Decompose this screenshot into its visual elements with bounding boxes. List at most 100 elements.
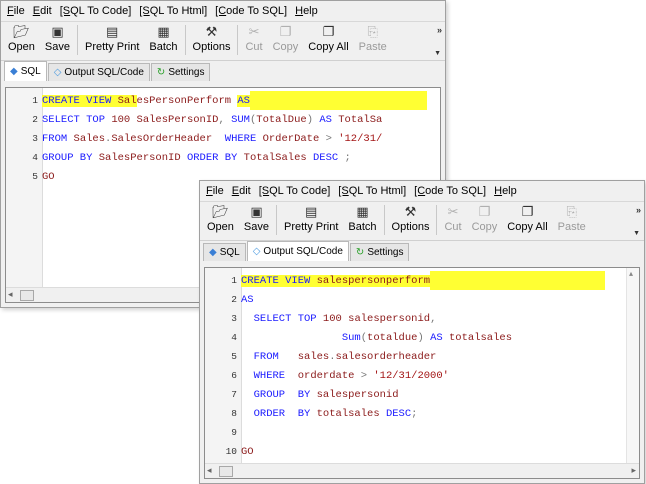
floppy-disk-icon: ▣ (250, 205, 263, 220)
menu-sql-to-code[interactable]: [SQL To Code] (259, 185, 331, 197)
code-token: CREATE VIEW (42, 95, 118, 107)
chevron-down-icon[interactable]: ▼ (434, 50, 441, 57)
tab-output-sql-code[interactable]: ◇ Output SQL/Code (246, 241, 349, 261)
code-line[interactable]: 9 (205, 423, 626, 442)
code-token: SELECT TOP (241, 313, 323, 325)
code-token: Sal (117, 95, 137, 107)
save-button[interactable]: ▣ Save (239, 202, 274, 236)
code-token: ; (344, 152, 351, 164)
cut-button[interactable]: ✂ Cut (240, 22, 267, 56)
open-button[interactable]: 📂︎ Open (3, 22, 40, 56)
tab-sql[interactable]: ◆ SQL (4, 61, 47, 81)
code-token: > (325, 133, 339, 145)
pretty-print-button[interactable]: ▤ Pretty Print (279, 202, 343, 236)
line-number: 5 (231, 351, 237, 362)
menu-sql-to-code[interactable]: [SQL To Code] (60, 5, 132, 17)
scroll-left-icon[interactable]: ◂ (207, 465, 212, 476)
code-line[interactable]: 1 CREATE VIEW salespersonperform (205, 271, 626, 290)
vertical-scrollbar[interactable]: ▴ (626, 268, 639, 463)
tab-output-sql-code[interactable]: ◇ Output SQL/Code (47, 63, 150, 81)
paste-icon: ⎘ (367, 25, 378, 40)
scroll-left-icon[interactable]: ◂ (8, 289, 13, 300)
scroll-thumb[interactable] (20, 290, 34, 301)
paste-button[interactable]: ⎘ Paste (354, 22, 392, 56)
code-token: SalesPersonID (98, 152, 187, 164)
save-button[interactable]: ▣ Save (40, 22, 75, 56)
code-line[interactable]: 3 SELECT TOP 100 salespersonid, (205, 309, 626, 328)
toolbar: 📂︎ Open ▣ Save ▤ Pretty Print ▦ Batch ⚒ Optio… (1, 22, 445, 61)
tab-sql[interactable]: ◆ SQL (203, 243, 246, 261)
code-token: AS (319, 114, 339, 126)
menu-edit[interactable]: Edit (232, 185, 251, 197)
line-number: 6 (231, 370, 237, 381)
batch-button[interactable]: ▦ Batch (144, 22, 182, 56)
code-line[interactable]: 2 AS (205, 290, 626, 309)
code-line[interactable]: 7 GROUP BY salespersonid (205, 385, 626, 404)
code-line[interactable]: 10 GO (205, 442, 626, 461)
options-button[interactable]: ⚒ Options (188, 22, 236, 56)
code-line[interactable]: 4 GROUP BY SalesPersonID ORDER BY TotalSa… (6, 148, 427, 167)
toolbar-overflow-button[interactable]: » (636, 205, 641, 215)
code-token: FROM (241, 351, 298, 363)
line-number: 5 (32, 171, 38, 182)
tab-strip: ◆ SQL ◇ Output SQL/Code ↻ Settings (1, 61, 445, 81)
code-line[interactable]: 6 WHERE orderdate > '12/31/2000' (205, 366, 626, 385)
code-token: SUM (231, 114, 250, 126)
menu-help[interactable]: Help (494, 185, 517, 197)
chevron-down-icon[interactable]: ▼ (633, 230, 640, 237)
code-token: ORDER BY (186, 152, 244, 164)
copy-all-button[interactable]: ❐ Copy All (303, 22, 353, 56)
paste-button[interactable]: ⎘ Paste (553, 202, 591, 236)
code-line[interactable]: 4 Sum(totaldue) AS totalsales (205, 328, 626, 347)
code-token: CREATE VIEW (241, 275, 317, 287)
scroll-thumb[interactable] (219, 466, 233, 477)
settings-refresh-icon: ↻ (156, 67, 166, 78)
menu-code-to-sql[interactable]: [Code To SQL] (414, 185, 486, 197)
batch-icon: ▦ (157, 25, 170, 40)
menu-code-to-sql[interactable]: [Code To SQL] (215, 5, 287, 17)
horizontal-scrollbar[interactable]: ◂ ▸ (205, 463, 639, 478)
toolbar-overflow-button[interactable]: » (437, 25, 442, 35)
toolbar-separator (237, 25, 239, 55)
scroll-up-icon[interactable]: ▴ (629, 269, 633, 278)
menu-file[interactable]: File (7, 5, 25, 17)
code-token: Sales (73, 133, 106, 145)
code-line[interactable]: 2 SELECT TOP 100 SalesPersonID, SUM(Total… (6, 110, 427, 129)
code-area[interactable]: 1 CREATE VIEW salespersonperform 2 AS 3 SELE… (205, 271, 626, 463)
batch-button[interactable]: ▦ Batch (343, 202, 381, 236)
menu-help[interactable]: Help (295, 5, 318, 17)
options-button[interactable]: ⚒ Options (387, 202, 435, 236)
pretty-print-button[interactable]: ▤ Pretty Print (80, 22, 144, 56)
code-token: 100 (111, 114, 137, 126)
scroll-right-icon[interactable]: ▸ (631, 465, 636, 476)
open-button[interactable]: 📂︎ Open (202, 202, 239, 236)
copy-all-button[interactable]: ❐ Copy All (502, 202, 552, 236)
selection-highlight (249, 91, 427, 110)
code-token: TotalSales (243, 152, 313, 164)
toolbar-separator (436, 205, 438, 235)
code-line[interactable]: 5 FROM sales.salesorderheader (205, 347, 626, 366)
code-line[interactable]: 1 CREATE VIEW SalesPersonPerform AS (6, 91, 427, 110)
menu-bar: File Edit [SQL To Code] [SQL To Html] [C… (1, 1, 445, 22)
menu-edit[interactable]: Edit (33, 5, 52, 17)
menu-sql-to-html[interactable]: [SQL To Html] (338, 185, 406, 197)
code-token: AS (237, 95, 250, 107)
code-token: SalesPersonID (136, 114, 219, 126)
toolbar-separator (383, 205, 385, 235)
toolbar-separator (77, 25, 78, 55)
code-token: AS (241, 294, 254, 306)
copy-button[interactable]: ❐ Copy (268, 22, 304, 56)
output-icon: ◇ (252, 246, 261, 257)
menu-sql-to-html[interactable]: [SQL To Html] (139, 5, 207, 17)
output-editor[interactable]: 1 CREATE VIEW salespersonperform 2 AS 3 SELE… (204, 267, 640, 479)
tab-settings[interactable]: ↻ Settings (150, 63, 211, 81)
code-token: totalsales (448, 332, 512, 344)
copy-button[interactable]: ❐ Copy (467, 202, 503, 236)
cut-button[interactable]: ✂ Cut (439, 202, 466, 236)
code-line[interactable]: 8 ORDER BY totalsales DESC; (205, 404, 626, 423)
menu-file[interactable]: File (206, 185, 224, 197)
code-line[interactable]: 3 FROM Sales.SalesOrderHeader WHERE Order… (6, 129, 427, 148)
copy-icon: ❐ (478, 205, 491, 220)
sql-icon: ◆ (209, 247, 217, 258)
tab-settings[interactable]: ↻ Settings (349, 243, 410, 261)
